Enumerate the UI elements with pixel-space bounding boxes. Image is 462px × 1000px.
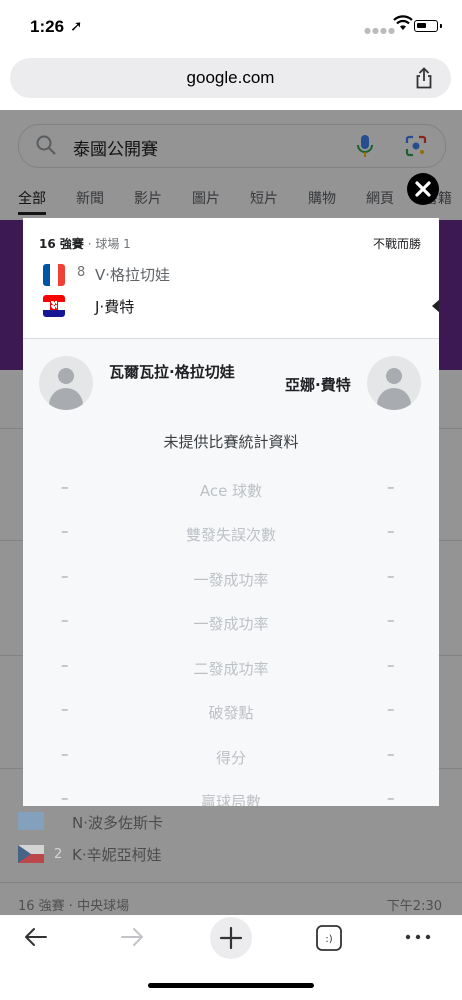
new-tab-button[interactable]	[210, 917, 252, 959]
stat-label: 二發成功率	[193, 660, 269, 678]
stat-row-second-serve: – 二發成功率 –	[23, 656, 439, 700]
no-stats-message: 未提供比賽統計資料	[163, 433, 299, 451]
stat-label: 破發點	[208, 704, 254, 722]
flag-croatia	[43, 295, 65, 317]
stat-row-aces: – Ace 球數 –	[23, 478, 439, 522]
close-button[interactable]	[407, 173, 439, 205]
stat-row-double-faults: – 雙發失誤次數 –	[23, 522, 439, 566]
flag-czech	[18, 845, 44, 863]
round-text: 16 強賽	[39, 237, 84, 251]
player-right-avatar	[367, 356, 421, 410]
stat-right-value: –	[387, 789, 395, 806]
flag-france	[43, 264, 65, 286]
forward-icon[interactable]	[118, 923, 146, 951]
plus-icon	[219, 926, 243, 950]
svg-text::): :)	[325, 934, 332, 945]
court-text: · 球場 1	[83, 237, 131, 251]
stat-label: Ace 球數	[199, 482, 263, 500]
battery-icon	[414, 20, 438, 32]
round-label: 16 強賽 · 球場 1	[39, 235, 131, 252]
stat-label: 雙發失誤次數	[185, 526, 276, 544]
stat-right-value: –	[387, 611, 395, 629]
match-result: 不戰而勝	[372, 237, 421, 251]
close-icon	[415, 181, 431, 197]
bg-player-name: K·辛妮亞柯娃	[72, 846, 162, 864]
stat-label: 贏球局數	[200, 793, 261, 806]
stat-row-first-serve-won: – 一發成功率 –	[23, 611, 439, 655]
stat-right-value: –	[387, 522, 395, 540]
stat-right-value: –	[387, 700, 395, 718]
player-right-name: 亞娜·費特	[285, 376, 351, 394]
battery-tip	[440, 24, 442, 28]
bg-player-name: N·波多佐斯卡	[72, 814, 163, 832]
stat-row-first-serve: – 一發成功率 –	[23, 567, 439, 611]
back-icon[interactable]	[22, 923, 50, 951]
player-left-avatar	[39, 356, 93, 410]
player-left-name: 瓦爾瓦拉·格拉切娃	[109, 363, 235, 381]
stat-row-points: – 得分 –	[23, 745, 439, 789]
match-summary: 16 強賽 · 球場 1 不戰而勝 8 V·格拉切娃 J·費特	[23, 218, 439, 339]
status-time: 1:26	[30, 17, 65, 36]
flag-argentina	[18, 812, 44, 830]
stat-label: 一發成功率	[193, 571, 269, 589]
address-bar[interactable]: google.com	[10, 58, 451, 98]
bg-seed: 2	[54, 847, 63, 862]
stat-label: 一發成功率	[193, 615, 269, 633]
tabs-icon[interactable]: :)	[315, 924, 343, 952]
stat-right-value: –	[387, 745, 395, 763]
stat-label: 得分	[215, 749, 246, 767]
url-text: google.com	[186, 68, 275, 87]
battery-level	[417, 23, 426, 28]
status-bar: 1:26 ➚ ●●●●	[0, 0, 462, 56]
bg-match-time: 下午2:30	[386, 899, 442, 914]
stat-row-break-points: – 破發點 –	[23, 700, 439, 744]
player1-seed: 8	[77, 265, 86, 280]
bg-round-label: 16 強賽 · 中央球場	[18, 899, 130, 914]
signal-icon: ●●●●	[364, 26, 396, 35]
match-stats-dialog: 16 強賽 · 球場 1 不戰而勝 8 V·格拉切娃 J·費特 瓦爾瓦拉·格拉切…	[23, 218, 439, 806]
more-icon[interactable]	[404, 927, 432, 947]
winner-indicator-icon	[432, 299, 439, 313]
stat-row-games-won: – 贏球局數 –	[23, 789, 439, 806]
player2-name: J·費特	[95, 298, 135, 316]
home-indicator[interactable]	[148, 983, 314, 988]
stat-right-value: –	[387, 478, 395, 496]
player1-name: V·格拉切娃	[95, 266, 171, 284]
stat-right-value: –	[387, 656, 395, 674]
wifi-icon	[393, 15, 413, 30]
location-icon: ➚	[70, 17, 83, 35]
share-icon[interactable]	[412, 66, 436, 90]
stat-right-value: –	[387, 567, 395, 585]
